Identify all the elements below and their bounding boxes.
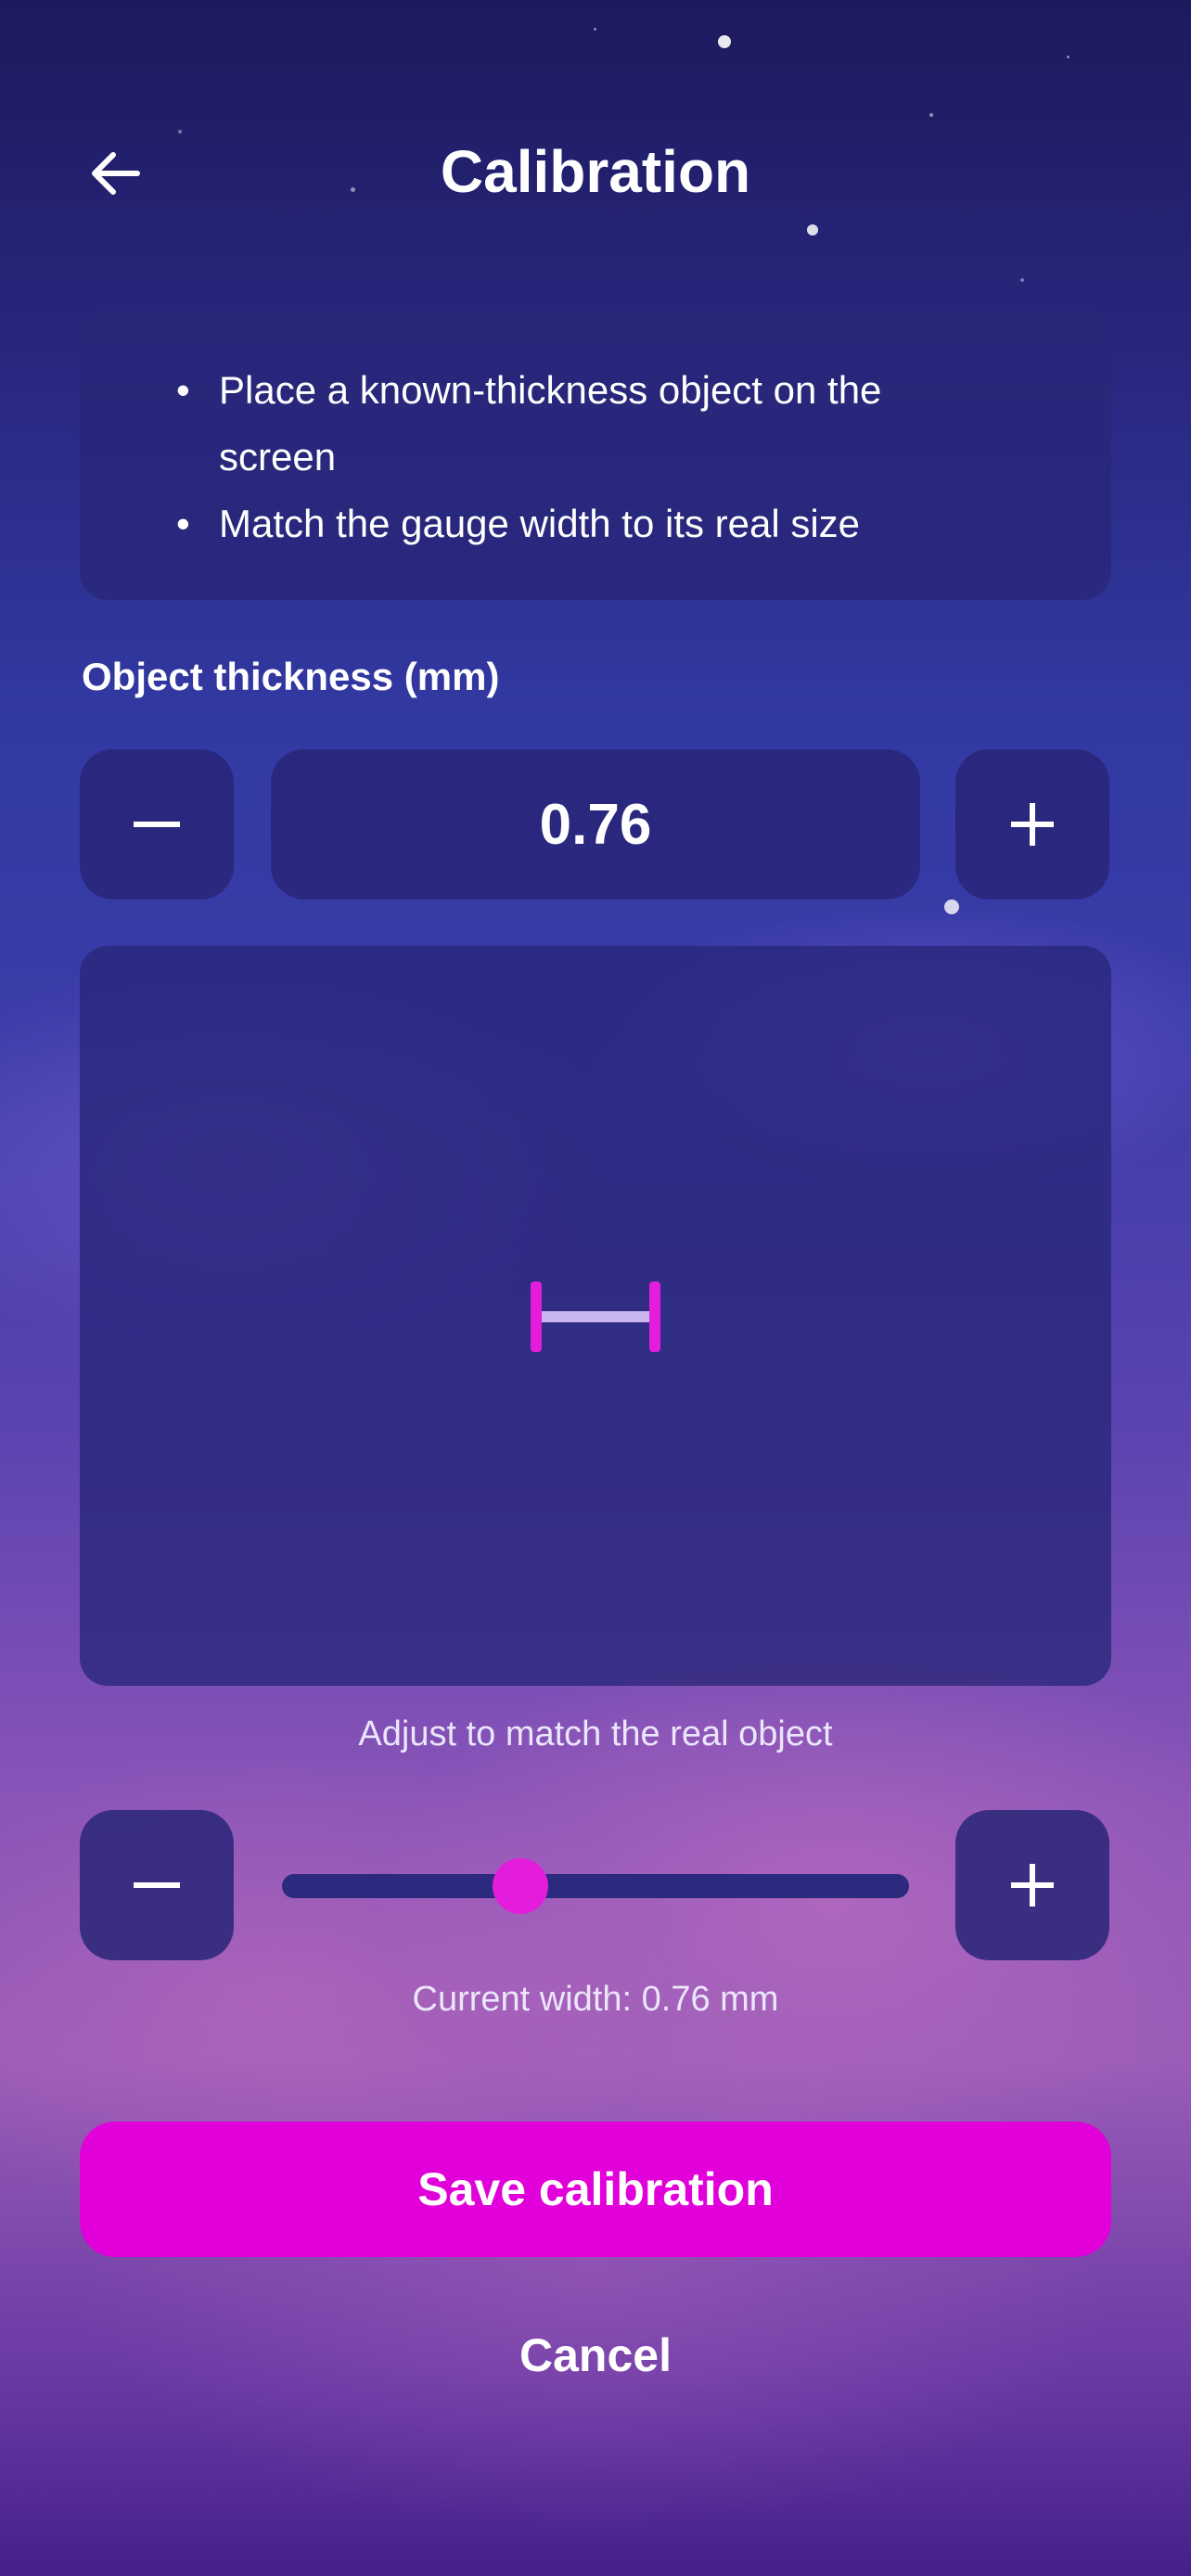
instruction-item: Place a known-thickness object on the sc… [176,357,1111,491]
minus-icon [134,822,180,827]
instructions-list: Place a known-thickness object on the sc… [80,309,1111,557]
plus-icon [1011,1864,1054,1906]
width-decrement-button[interactable] [80,1810,234,1960]
thickness-increment-button[interactable] [955,749,1109,899]
thickness-value[interactable]: 0.76 [271,749,920,899]
cancel-button[interactable]: Cancel [410,2318,781,2392]
minus-icon [134,1882,180,1888]
cancel-label: Cancel [519,2329,672,2381]
width-slider-thumb[interactable] [492,1858,548,1914]
instruction-item: Match the gauge width to its real size [176,491,1111,557]
gauge-hint: Adjust to match the real object [358,1715,833,1753]
header: Calibration [0,121,1191,223]
width-slider-track[interactable] [282,1874,909,1898]
current-width-text: Current width: 0.76 mm [412,1980,779,2019]
width-increment-button[interactable] [955,1810,1109,1960]
save-calibration-button[interactable]: Save calibration [80,2122,1111,2257]
plus-icon [1011,803,1054,846]
gauge-left-cap [531,1282,542,1352]
instructions-card: Place a known-thickness object on the sc… [80,309,1111,600]
thickness-decrement-button[interactable] [80,749,234,899]
gauge-right-cap [649,1282,660,1352]
thickness-label: Object thickness (mm) [82,655,500,698]
save-calibration-label: Save calibration [417,2163,774,2215]
gauge-line [542,1311,649,1322]
thickness-gauge [531,1282,660,1352]
page-title: Calibration [440,138,751,205]
thickness-value-text: 0.76 [539,792,652,857]
